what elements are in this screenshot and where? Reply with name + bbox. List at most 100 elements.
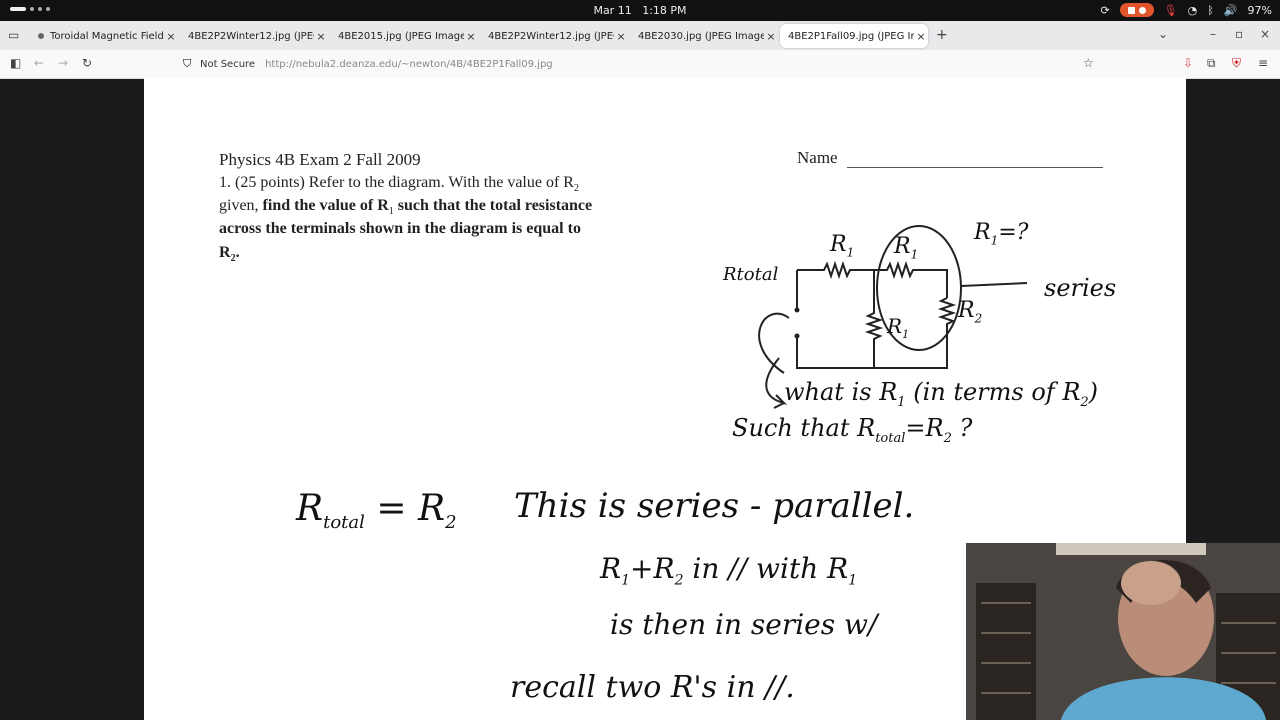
- tab-label: 4BE2015.jpg (JPEG Image, 8: [338, 30, 464, 42]
- label-r2: R2: [958, 298, 983, 326]
- question-line-2: given, find the value of R1 such that th…: [219, 197, 592, 217]
- equation-rtotal: Rtotal = R2: [296, 488, 457, 534]
- handwriting-text: R: [958, 298, 975, 323]
- system-clock[interactable]: Mar 11 1:18 PM: [0, 4, 1280, 17]
- question-text: 1. (25 points) Refer to the diagram. Wit…: [219, 174, 574, 191]
- handwriting-text: R: [894, 234, 911, 259]
- browser-tab-bar: ▭ Toroidal Magnetic Field × 4BE2P2Winter1…: [0, 21, 1280, 50]
- label-series: series: [1044, 274, 1117, 302]
- tab-label: Toroidal Magnetic Field: [50, 30, 164, 42]
- note-line-2: R1+R2 in // with R1: [600, 552, 858, 589]
- extensions-icon[interactable]: ⧉: [1207, 56, 1216, 71]
- microphone-icon: 🎙: [1163, 3, 1178, 17]
- handwriting-text: =?: [998, 220, 1029, 245]
- close-tab-icon[interactable]: ×: [314, 30, 328, 43]
- note-line-4: recall two R's in //.: [510, 670, 795, 705]
- tab-label: 4BE2P2Winter12.jpg (JPEG I: [188, 30, 314, 42]
- exam-title: Physics 4B Exam 2 Fall 2009: [219, 150, 421, 169]
- tab-toroidal-field[interactable]: Toroidal Magnetic Field ×: [30, 24, 178, 48]
- new-tab-icon[interactable]: +: [936, 27, 948, 43]
- terminal-bottom: [794, 333, 800, 339]
- label-what-is: what is R1 (in terms of R2): [784, 378, 1099, 410]
- tab-label: 4BE2030.jpg (JPEG Image, 8: [638, 30, 764, 42]
- tab-image[interactable]: 4BE2P2Winter12.jpg (JPEG I ×: [180, 24, 328, 48]
- label-r1-top: R1: [830, 232, 855, 260]
- favicon-icon: [38, 33, 44, 39]
- tab-image[interactable]: 4BE2030.jpg (JPEG Image, 8×: [630, 24, 778, 48]
- tab-image[interactable]: 4BE2015.jpg (JPEG Image, 8×: [330, 24, 478, 48]
- middle-branch-wire: [864, 270, 884, 368]
- question-bold-text: such that the total resistance: [393, 197, 593, 214]
- note-line-3: is then in series w/: [610, 608, 878, 641]
- handwriting-text: =R: [905, 414, 944, 442]
- back-icon[interactable]: ←: [34, 56, 44, 70]
- minimize-icon[interactable]: –: [1210, 27, 1216, 41]
- menu-icon[interactable]: ≡: [1258, 56, 1268, 70]
- sidebar-icon[interactable]: ◧: [10, 56, 21, 70]
- name-blank-line: [847, 167, 1103, 168]
- browser-nav-bar: ◧ ← → ↻ ⛉ Not Secure http://nebula2.dean…: [0, 50, 1280, 79]
- terminal-top: [794, 307, 800, 313]
- close-tab-icon[interactable]: ×: [914, 30, 928, 43]
- handwriting-subscript: total: [323, 512, 365, 534]
- volume-icon: 🔊: [1223, 3, 1238, 17]
- note-series-parallel: This is series - parallel.: [514, 486, 915, 526]
- bookmark-star-icon[interactable]: ☆: [1083, 56, 1094, 70]
- close-tab-icon[interactable]: ×: [614, 30, 628, 43]
- question-text: .: [235, 244, 240, 261]
- address-bar[interactable]: ⛉ Not Secure http://nebula2.deanza.edu/~…: [178, 54, 1106, 74]
- wifi-icon: ◔: [1187, 3, 1198, 17]
- close-window-icon[interactable]: ×: [1260, 27, 1270, 41]
- handwriting-text: in // with R: [683, 552, 849, 585]
- handwriting-text: +R: [630, 552, 675, 585]
- name-label: Name: [797, 148, 838, 167]
- label-r1-middle: R1: [887, 314, 910, 341]
- tab-active-image[interactable]: 4BE2P1Fall09.jpg (JPEG Ima ×: [780, 24, 928, 48]
- system-tray[interactable]: ⟳ 🎙 ◔ ᛒ 🔊 97%: [1100, 3, 1272, 17]
- shield-extension-icon[interactable]: ⛨: [1232, 56, 1241, 71]
- security-indicator[interactable]: Not Secure: [200, 59, 255, 70]
- tab-list-icon[interactable]: ▭: [8, 28, 19, 42]
- close-tab-icon[interactable]: ×: [764, 30, 778, 43]
- close-tab-icon[interactable]: ×: [464, 30, 478, 43]
- tab-label: 4BE2P1Fall09.jpg (JPEG Ima: [788, 30, 914, 42]
- question-text: given,: [219, 197, 263, 214]
- circuit-diagram: [758, 225, 1028, 409]
- close-tab-icon[interactable]: ×: [164, 30, 178, 43]
- top-wire: [797, 260, 948, 298]
- downloads-icon[interactable]: ⇩: [1183, 56, 1193, 70]
- question-line-3: across the terminals shown in the diagra…: [219, 220, 581, 237]
- handwriting-text: R: [974, 220, 991, 245]
- handwriting-text: R: [600, 552, 622, 585]
- forward-icon[interactable]: →: [58, 56, 68, 70]
- handwriting-text: ?: [959, 414, 973, 442]
- label-r1-circled: R1: [894, 234, 919, 262]
- handwriting-text: R: [830, 232, 847, 257]
- shield-icon: ⛉: [183, 57, 192, 70]
- maximize-icon[interactable]: ▫: [1235, 27, 1243, 41]
- time-label: 1:18 PM: [642, 4, 687, 17]
- system-top-bar: Mar 11 1:18 PM ⟳ 🎙 ◔ ᛒ 🔊 97%: [0, 0, 1280, 21]
- handwriting-text: what is R: [784, 378, 898, 406]
- label-rtotal: Rtotal: [723, 264, 779, 285]
- battery-label: 97%: [1247, 3, 1272, 17]
- label-such-that: Such that Rtotal=R2 ?: [732, 414, 973, 446]
- handwriting-text: R: [887, 314, 903, 338]
- handwriting-text: Such that R: [732, 414, 876, 442]
- handwriting-text: R: [296, 488, 324, 529]
- screen-recording-indicator[interactable]: [1119, 3, 1154, 17]
- handwriting-subscript: total: [875, 430, 906, 446]
- url-text[interactable]: http://nebula2.deanza.edu/~newton/4B/4BE…: [265, 59, 553, 70]
- handwriting-text: (in terms of R: [913, 378, 1081, 406]
- reload-icon[interactable]: ↻: [82, 56, 92, 70]
- date-label: Mar 11: [593, 4, 632, 17]
- subscript: 2: [573, 183, 579, 195]
- handwriting-text: = R: [376, 488, 446, 529]
- tab-image[interactable]: 4BE2P2Winter12.jpg (JPEG I ×: [480, 24, 628, 48]
- bluetooth-icon: ᛒ: [1207, 3, 1214, 17]
- tab-overflow-chevron-down-icon[interactable]: ⌄: [1158, 27, 1168, 41]
- label-r1-question: R1=?: [974, 220, 1029, 248]
- webcam-person-image: [966, 543, 1280, 720]
- question-text: R: [219, 244, 231, 261]
- tab-label: 4BE2P2Winter12.jpg (JPEG I: [488, 30, 614, 42]
